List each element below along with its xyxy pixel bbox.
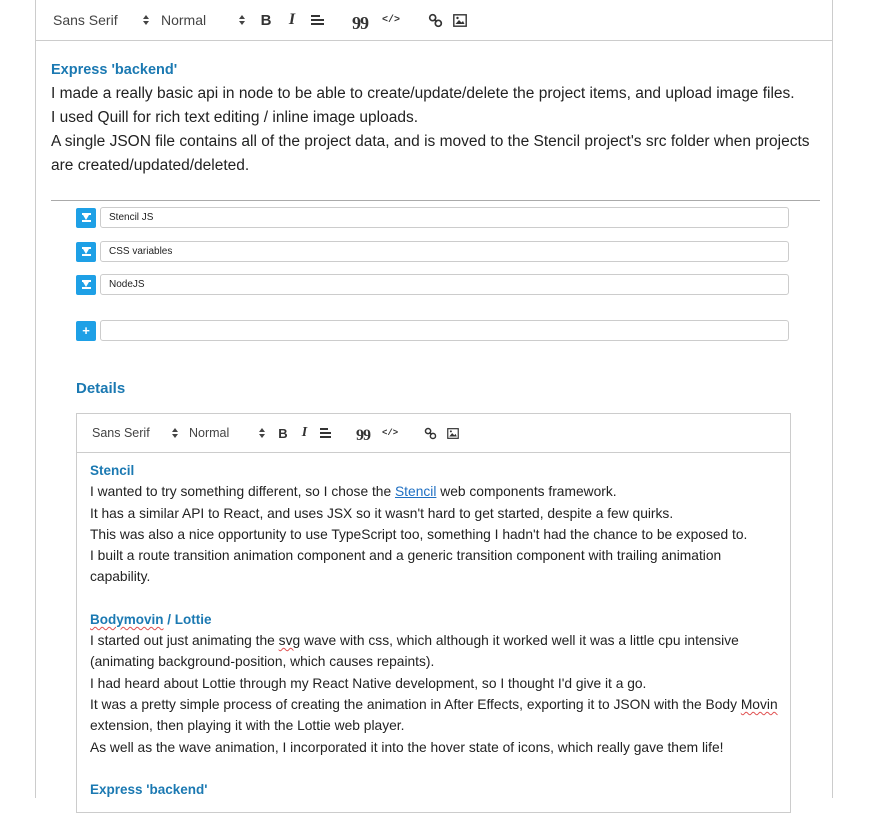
code-block-button[interactable]: </> [382,428,398,438]
font-family-select[interactable]: Sans Serif [92,426,178,440]
paragraph-line: I used Quill for rich text editing / inl… [51,109,419,126]
section-heading: Stencil [90,463,135,478]
paragraph-line: It has a similar API to React, and uses … [90,505,674,521]
link-button[interactable] [428,13,443,28]
paragraph-line: I wanted to try something different, so … [90,481,785,502]
select-arrows-icon [239,15,245,25]
remove-icon [81,247,91,256]
stencil-link[interactable]: Stencil [395,484,436,499]
italic-button[interactable]: I [300,425,309,441]
font-family-value: Sans Serif [53,12,118,28]
select-arrows-icon [172,428,178,438]
font-family-value: Sans Serif [92,426,150,440]
details-editor-toolbar: Sans Serif Normal B I 99 </> [77,414,790,453]
tag-row [76,241,789,262]
font-family-select[interactable]: Sans Serif [53,12,149,28]
misspelled-word: Bodymovin [90,611,164,627]
paragraph-line: I had heard about Lottie through my Reac… [90,675,647,691]
paragraph-line: I started out just animating the svg wav… [90,630,785,673]
link-button[interactable] [424,427,437,440]
text-run: I wanted to try something different, so … [90,484,395,500]
blockquote-button[interactable]: 99 [356,425,371,444]
tag-row [76,274,789,295]
remove-tag-button[interactable] [76,274,96,295]
image-icon [453,13,467,27]
new-tag-row: + [76,320,789,341]
select-arrows-icon [259,428,265,438]
project-form-panel: Sans Serif Normal B I 99 </> Express 'ba… [35,0,833,813]
link-icon [424,427,437,439]
text-run: It was a pretty simple process of creati… [90,696,741,712]
select-arrows-icon [143,15,149,25]
misspelled-word: svg [278,633,301,649]
details-editor-container: Sans Serif Normal B I 99 </> Stencil I w… [76,413,791,813]
font-size-value: Normal [161,12,207,28]
italic-button[interactable]: I [287,11,297,29]
add-tag-button[interactable]: + [76,320,96,341]
section-heading: Express 'backend' [51,62,178,78]
details-editor[interactable]: Stencil I wanted to try something differ… [90,460,785,800]
text-run: web components framework. [436,484,617,500]
misspelled-word: Movin [740,696,778,712]
paragraph-line: I made a really basic api in node to be … [51,85,795,102]
tag-row [76,207,789,228]
remove-icon [81,280,91,289]
divider [51,200,820,201]
new-tag-input[interactable] [100,320,789,341]
text-run: extension, then playing it with the Lott… [90,718,405,734]
section-heading: Bodymovin / Lottie [90,609,785,630]
section-heading: Express 'backend' [90,781,208,797]
details-label: Details [76,380,126,397]
remove-tag-button[interactable] [76,241,96,262]
bold-button[interactable]: B [277,426,289,441]
paragraph-line: As well as the wave animation, I incorpo… [90,739,724,755]
text-run: I started out just animating the [90,633,279,649]
tag-input[interactable] [100,274,789,295]
align-icon [311,13,324,27]
font-size-select[interactable]: Normal [189,426,265,440]
font-size-value: Normal [189,426,230,440]
bold-button[interactable]: B [259,12,273,29]
tag-input[interactable] [100,207,789,228]
remove-tag-button[interactable] [76,207,96,228]
paragraph-line: This was also a nice opportunity to use … [90,526,748,542]
editor-toolbar: Sans Serif Normal B I 99 </> [36,0,832,41]
align-button[interactable] [320,426,331,440]
remove-icon [81,213,91,222]
link-icon [428,13,443,27]
paragraph-line: It was a pretty simple process of creati… [90,694,785,737]
paragraph-line: I built a route transition animation com… [90,548,722,585]
image-button[interactable] [453,13,467,27]
summary-editor[interactable]: Express 'backend' I made a really basic … [51,58,831,178]
font-size-select[interactable]: Normal [161,12,245,28]
code-block-button[interactable]: </> [382,15,400,26]
image-button[interactable] [447,427,460,439]
blockquote-button[interactable]: 99 [352,12,369,32]
paragraph-line: A single JSON file contains all of the p… [51,133,810,174]
align-icon [320,426,331,440]
image-icon [447,427,460,439]
align-button[interactable] [311,13,324,27]
tag-input[interactable] [100,241,789,262]
heading-text: / Lottie [163,611,212,627]
